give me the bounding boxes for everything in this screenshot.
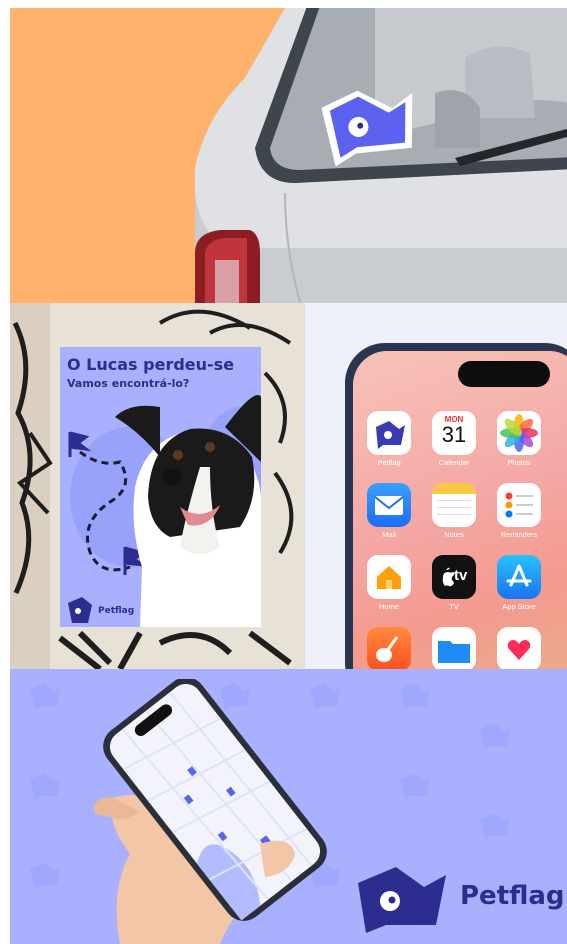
poster-brand: Petflag	[98, 606, 135, 616]
poster-wall-panel: O Lucas perdeu-se Vamos encontrá-lo? Pet…	[10, 303, 305, 669]
photos-icon	[497, 411, 541, 455]
app-mail[interactable]: Mail	[359, 483, 419, 539]
garageband-icon	[367, 627, 411, 669]
mail-icon	[367, 483, 411, 527]
app-label: Home	[378, 602, 399, 611]
calendar-icon: MON 31	[432, 411, 476, 455]
health-icon	[497, 627, 541, 669]
app-reminders[interactable]: Reminders	[489, 483, 549, 539]
app-label: Calendar	[438, 458, 470, 467]
app-store-icon	[497, 555, 541, 599]
reminders-icon	[497, 483, 541, 527]
app-label: App Store	[502, 602, 536, 611]
car-sticker-panel	[10, 8, 567, 303]
app-tv[interactable]: tv TV	[424, 555, 484, 611]
tv-text: tv	[454, 567, 468, 584]
app-health[interactable]	[489, 627, 549, 669]
app-home[interactable]: Home	[359, 555, 419, 611]
app-label: TV	[449, 602, 459, 611]
files-icon	[432, 627, 476, 669]
map-phone-panel: Petflag	[10, 669, 567, 944]
app-label: Notes	[444, 530, 464, 539]
app-photos[interactable]: Photos	[489, 411, 549, 467]
tv-icon: tv	[432, 555, 476, 599]
phone-screen: Petflag MON 31 Calendar Photos Mail Note…	[353, 351, 567, 669]
poster-subtitle: Vamos encontrá-lo?	[67, 377, 190, 390]
app-notes[interactable]: Notes	[424, 483, 484, 539]
notes-icon	[432, 483, 476, 527]
calendar-date: 31	[441, 422, 467, 447]
app-calendar[interactable]: MON 31 Calendar	[424, 411, 484, 467]
lost-dog-poster: O Lucas perdeu-se Vamos encontrá-lo? Pet…	[60, 347, 261, 627]
app-label: Reminders	[500, 530, 538, 539]
petflag-brand-collage: O Lucas perdeu-se Vamos encontrá-lo? Pet…	[0, 0, 567, 944]
app-files[interactable]	[424, 627, 484, 669]
car-illustration	[195, 8, 567, 303]
petflag-logo	[358, 867, 446, 933]
hand-holding-phone	[94, 679, 327, 944]
petflag-app-icon	[367, 411, 411, 455]
home-screen-panel: Petflag MON 31 Calendar Photos Mail Note…	[305, 303, 567, 669]
home-icon	[367, 555, 411, 599]
app-petflag[interactable]: Petflag	[359, 411, 419, 467]
app-garageband[interactable]	[359, 627, 419, 669]
app-app-store[interactable]: App Store	[489, 555, 549, 611]
app-label: Mail	[382, 530, 396, 539]
poster-title: O Lucas perdeu-se	[67, 355, 235, 374]
dynamic-island	[458, 361, 550, 387]
app-label: Petflag	[377, 458, 401, 467]
app-label: Photos	[507, 458, 531, 467]
petflag-lockup: Petflag	[350, 861, 565, 933]
brand-name: Petflag	[460, 881, 565, 911]
